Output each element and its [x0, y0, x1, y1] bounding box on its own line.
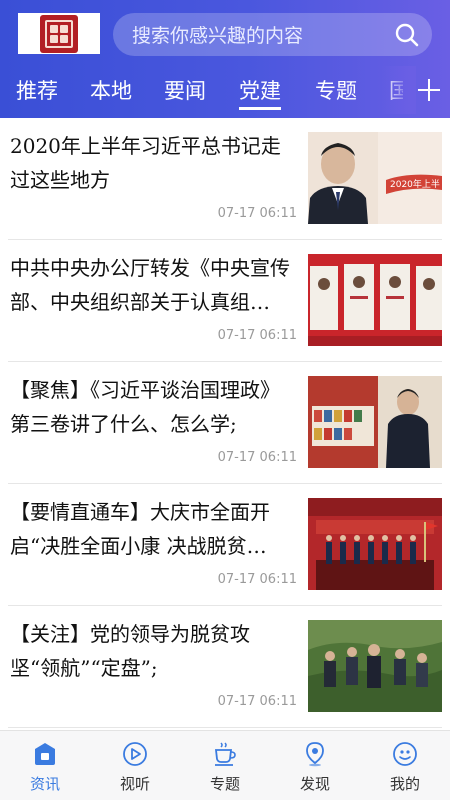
news-item[interactable]: 中共中央办公厅转发《中央宣传部、中央组织部关于认真组… 07-17 06:11	[8, 240, 442, 362]
thumbnail-caption: 2020年上半	[390, 178, 440, 190]
news-title[interactable]: 【要情直通车】大庆市全面开启“决胜全面小康 决战脱贫…	[10, 495, 298, 563]
nav-news[interactable]: 资讯	[0, 731, 90, 800]
tabs-fade-overlay	[382, 66, 416, 114]
search-bar[interactable]: 搜索你感兴趣的内容	[113, 13, 432, 56]
news-thumbnail[interactable]	[308, 254, 442, 346]
news-item[interactable]: 【关注】党的领导为脱贫攻坚“领航”“定盘”; 07-17 06:11	[8, 606, 442, 728]
location-icon	[306, 742, 324, 767]
profile-icon	[393, 742, 417, 766]
news-feed[interactable]: 2020年上半年习近平总书记走过这些地方 07-17 06:11 2020年上半…	[0, 118, 450, 730]
news-time: 07-17 06:11	[217, 572, 297, 587]
news-title[interactable]: 2020年上半年习近平总书记走过这些地方	[10, 129, 298, 197]
news-icon	[35, 743, 55, 765]
top-header: 搜索你感兴趣的内容 推荐 本地 要闻 党建 专题 国	[0, 0, 450, 118]
bottom-navigation: 资讯 视听 专题 发现 我的	[0, 730, 450, 800]
nav-video[interactable]: 视听	[90, 731, 180, 800]
search-icon[interactable]	[394, 22, 420, 48]
nav-discover[interactable]: 发现	[270, 731, 360, 800]
news-time: 07-17 06:11	[217, 206, 297, 221]
news-time: 07-17 06:11	[217, 328, 297, 343]
play-icon	[123, 742, 147, 766]
news-thumbnail[interactable]: 2020年上半	[308, 132, 442, 224]
news-item[interactable]: 【聚焦】《习近平谈治国理政》第三卷讲了什么、怎么学; 07-17 06:11	[8, 362, 442, 484]
news-thumbnail[interactable]	[308, 498, 442, 590]
nav-topics-label: 专题	[209, 775, 240, 793]
nav-news-label: 资讯	[29, 775, 60, 793]
news-title[interactable]: 【聚焦】《习近平谈治国理政》第三卷讲了什么、怎么学;	[10, 373, 298, 441]
search-placeholder[interactable]: 搜索你感兴趣的内容	[132, 21, 394, 48]
news-title[interactable]: 中共中央办公厅转发《中央宣传部、中央组织部关于认真组…	[10, 251, 298, 319]
news-thumbnail[interactable]	[308, 376, 442, 468]
tab-local[interactable]: 本地	[90, 66, 132, 114]
news-time: 07-17 06:11	[217, 450, 297, 465]
news-thumbnail[interactable]	[308, 620, 442, 712]
nav-profile[interactable]: 我的	[360, 731, 450, 800]
tab-party-building[interactable]: 党建	[239, 66, 281, 114]
news-time: 07-17 06:11	[217, 694, 297, 709]
news-item[interactable]: 【要情直通车】大庆市全面开启“决胜全面小康 决战脱贫… 07-17 06:11	[8, 484, 442, 606]
news-title[interactable]: 【关注】党的领导为脱贫攻坚“领航”“定盘”;	[10, 617, 298, 685]
cup-icon	[214, 742, 236, 766]
nav-topics[interactable]: 专题	[180, 731, 270, 800]
seal-logo-icon	[40, 14, 78, 53]
nav-profile-label: 我的	[389, 775, 420, 793]
nav-video-label: 视听	[119, 775, 150, 793]
news-item[interactable]: 2020年上半年习近平总书记走过这些地方 07-17 06:11 2020年上半	[8, 118, 442, 240]
tab-recommend[interactable]: 推荐	[16, 66, 58, 114]
nav-discover-label: 发现	[299, 775, 330, 793]
channel-tabs: 推荐 本地 要闻 党建 专题 国	[0, 66, 450, 114]
add-channel-icon[interactable]	[414, 75, 444, 105]
app-logo[interactable]	[18, 13, 100, 54]
tab-special-topics[interactable]: 专题	[315, 66, 357, 114]
tab-headlines[interactable]: 要闻	[164, 66, 206, 114]
